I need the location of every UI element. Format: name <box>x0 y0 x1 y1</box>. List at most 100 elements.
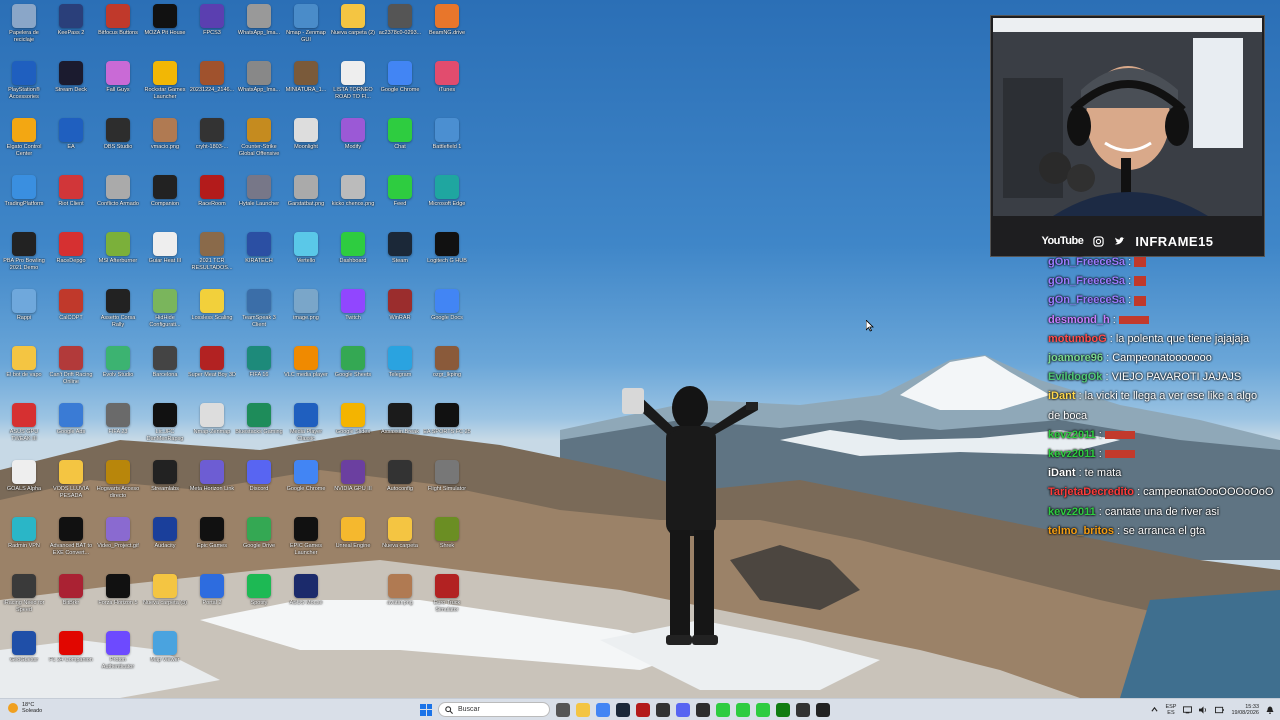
desktop-icon[interactable]: Spotify <box>235 570 283 626</box>
desktop-icon[interactable]: Telegram <box>376 342 424 398</box>
desktop-icon[interactable]: Proton Authenticator <box>94 627 142 683</box>
desktop-icon[interactable]: Google Chrome <box>376 57 424 113</box>
desktop-icon[interactable]: Google Drive <box>235 513 283 569</box>
desktop-icon[interactable]: WinRAR <box>376 285 424 341</box>
desktop-icon[interactable]: EA <box>47 114 95 170</box>
chat-username[interactable]: gOn_FreeceSa <box>1048 275 1125 287</box>
desktop-icon[interactable]: Nueva carpeta (3) <box>141 570 189 626</box>
desktop-icon[interactable]: image.png <box>282 285 330 341</box>
desktop-icon[interactable]: Hytale Launcher <box>235 171 283 227</box>
desktop-icon[interactable]: Barcelona <box>141 342 189 398</box>
chat-username[interactable]: desmond_h <box>1048 314 1110 326</box>
desktop-icon[interactable]: ozgr_lkping <box>423 342 471 398</box>
desktop-icon[interactable]: vmacio.png <box>141 114 189 170</box>
desktop-icon[interactable]: Autoconfig <box>376 456 424 512</box>
steam-icon[interactable] <box>616 702 630 717</box>
desktop-icon[interactable]: iRacing Need for Speed <box>0 570 48 626</box>
desktop-icon[interactable]: Battlefield 1 <box>423 114 471 170</box>
desktop-icon[interactable]: Audacity <box>141 513 189 569</box>
network-icon[interactable] <box>1183 705 1193 714</box>
desktop-icon[interactable]: Bluestacks Gaming <box>235 399 283 455</box>
desktop-icon[interactable]: Map Viewer <box>141 627 189 683</box>
desktop-icon[interactable]: NVIDIA GPU III <box>329 456 377 512</box>
desktop-icon[interactable]: LISTA TORNEO ROAD TO FI... <box>329 57 377 113</box>
desktop-icon[interactable]: Super Meat Boy 3D <box>188 342 236 398</box>
chat-username[interactable]: telmo_britos <box>1048 525 1114 537</box>
desktop-icon[interactable]: Google Slides <box>329 399 377 455</box>
raceroom-icon[interactable] <box>636 702 650 717</box>
desktop-icon[interactable]: Lic.JFC DanMenRapsg <box>141 399 189 455</box>
file-explorer-icon[interactable] <box>576 702 590 717</box>
desktop-icon[interactable]: Portal 2 <box>188 570 236 626</box>
desktop-icon[interactable]: Elgato Control Center <box>0 114 48 170</box>
desktop-icon[interactable]: EPIC Games Launcher <box>282 513 330 569</box>
xbox-icon[interactable] <box>776 702 790 717</box>
chrome-icon[interactable] <box>596 702 610 717</box>
desktop-icon[interactable]: Fall Guys <box>94 57 142 113</box>
desktop-icon[interactable]: kicko chenos.png <box>329 171 377 227</box>
clock[interactable]: 15:33 19/08/2026 <box>1231 704 1259 716</box>
desktop-icon[interactable]: Shrek <box>423 513 471 569</box>
desktop-icon[interactable]: Papelera de reciclaje <box>0 0 48 56</box>
desktop-icon[interactable]: 20231224_2146... <box>188 57 236 113</box>
desktop-icon[interactable]: FPCS3 <box>188 0 236 56</box>
chat-username[interactable]: gOn_FreeceSa <box>1048 256 1125 268</box>
desktop-icon[interactable]: Rockstar Games Launcher <box>141 57 189 113</box>
desktop-icon[interactable]: Epic Games <box>188 513 236 569</box>
desktop-icon[interactable]: Lossless Scaling <box>188 285 236 341</box>
desktop-icon[interactable]: HidHide Configurati... <box>141 285 189 341</box>
desktop-icon[interactable]: avatar.png <box>376 570 424 626</box>
chat-username[interactable]: kevz2011 <box>1048 429 1096 441</box>
desktop-icon[interactable]: ASUS Mouse <box>282 570 330 626</box>
desktop-icon[interactable]: MOZA Pit House <box>141 0 189 56</box>
desktop-icon[interactable]: Hogwarts Acceso directo <box>94 456 142 512</box>
language-indicator[interactable]: ESP ES <box>1165 704 1176 716</box>
desktop-icon[interactable]: Streamlabs <box>141 456 189 512</box>
desktop-icon[interactable]: ASUS GPU TWEAK III <box>0 399 48 455</box>
desktop-icon[interactable]: PBA Pro Bowling 2021 Demo <box>0 228 48 284</box>
desktop-icon[interactable]: Google Docs <box>423 285 471 341</box>
desktop-icon[interactable]: TradingPlatform <box>0 171 48 227</box>
ghub-icon[interactable] <box>656 702 670 717</box>
desktop-icon[interactable]: Assassin Break <box>376 399 424 455</box>
chat-username[interactable]: kevz2011 <box>1048 506 1096 518</box>
desktop-icon[interactable]: Flight Simulator <box>423 456 471 512</box>
desktop-icon[interactable]: ac2378c0-0293... <box>376 0 424 56</box>
notification-bell-icon[interactable] <box>1266 706 1274 714</box>
desktop-icon[interactable]: Assetto Corsa Rally <box>94 285 142 341</box>
discord-icon[interactable] <box>676 702 690 717</box>
desktop-icon[interactable]: GOALS Alpha <box>0 456 48 512</box>
desktop-icon[interactable]: FIFA 23 <box>94 399 142 455</box>
desktop-icon[interactable]: Unreal Engine <box>329 513 377 569</box>
desktop-icon[interactable]: EA SPORTS FC 25 <box>423 399 471 455</box>
kick-icon[interactable] <box>716 702 730 717</box>
desktop-icon[interactable]: KIRATECH <box>235 228 283 284</box>
desktop-icon[interactable]: Guiar Heat III <box>141 228 189 284</box>
desktop-icon[interactable]: VODS LLUVIA PESADA <box>47 456 95 512</box>
battery-icon[interactable] <box>1215 706 1225 714</box>
desktop-icon[interactable]: WhatsApp_Ima... <box>235 0 283 56</box>
desktop-icon[interactable]: MINIATURA_1... <box>282 57 330 113</box>
chat-username[interactable]: gOn_FreeceSa <box>1048 294 1125 306</box>
desktop-icon[interactable]: Nmap-Zenmap <box>188 399 236 455</box>
chat-username[interactable]: iDant <box>1048 467 1076 479</box>
search-box[interactable]: Buscar <box>438 702 550 717</box>
desktop-icon[interactable]: Rappi <box>0 285 48 341</box>
desktop-icon[interactable]: Google Sheets <box>329 342 377 398</box>
desktop-icon[interactable]: F1 24 Companion <box>47 627 95 683</box>
desktop-icon[interactable]: TeamSpeak 3 Client <box>235 285 283 341</box>
desktop-icon[interactable]: BitBrkr <box>47 570 95 626</box>
volume-icon[interactable] <box>1199 705 1208 714</box>
desktop-icon[interactable]: VLC media player <box>282 342 330 398</box>
desktop-icon[interactable]: Stream Deck <box>47 57 95 113</box>
task-view-icon[interactable] <box>556 702 570 717</box>
desktop-icon[interactable]: PlayStation® Accessories <box>0 57 48 113</box>
chat-username[interactable]: iDant <box>1048 390 1076 402</box>
desktop-icon[interactable]: Video_Project.gif <box>94 513 142 569</box>
start-button[interactable] <box>420 703 432 716</box>
desktop-icon[interactable]: Can't Drift Racing Online <box>47 342 95 398</box>
desktop-icon[interactable]: Media Player Classic <box>282 399 330 455</box>
desktop-icon[interactable]: Steam <box>376 228 424 284</box>
desktop-icon[interactable]: Bitfocus Buttons <box>94 0 142 56</box>
desktop-icon[interactable]: cryht-1803-... <box>188 114 236 170</box>
